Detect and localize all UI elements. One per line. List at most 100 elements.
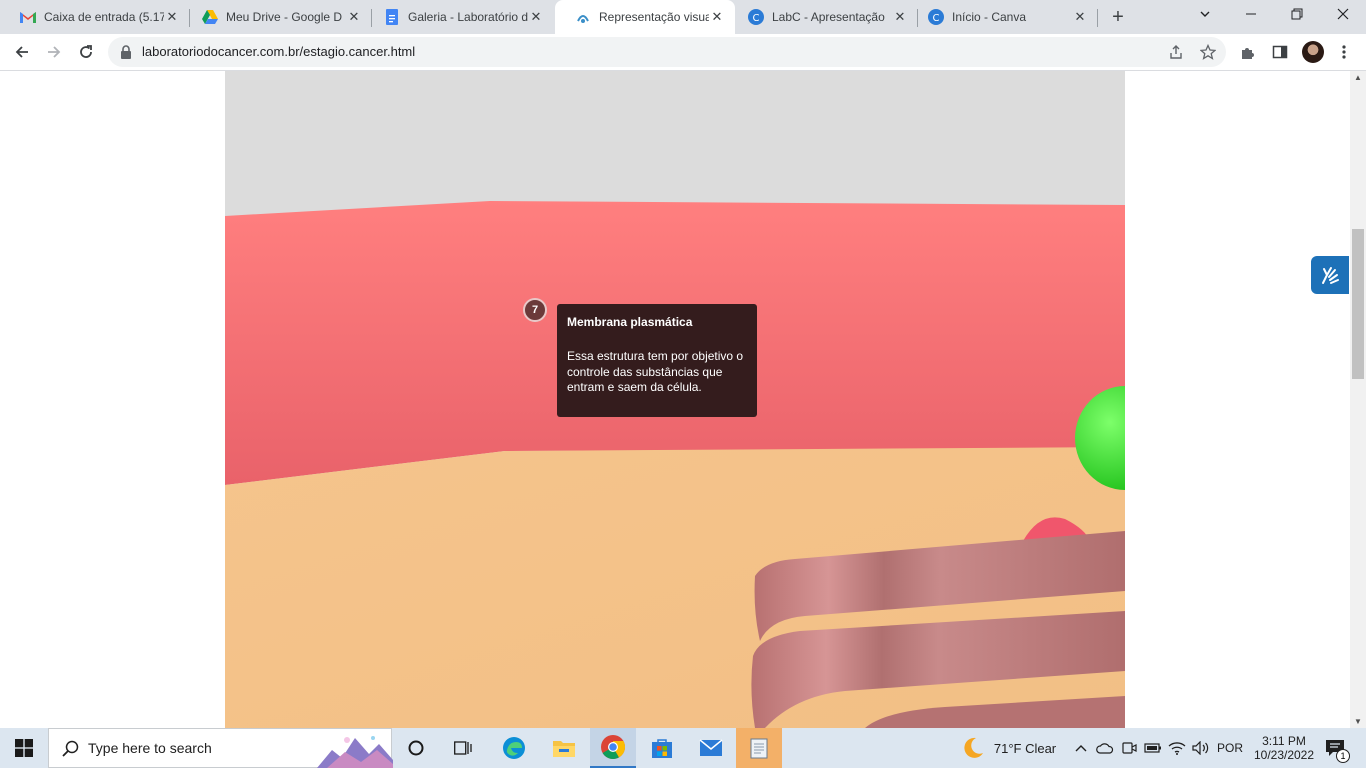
clock-date: 10/23/2022: [1253, 748, 1315, 762]
mail-taskbar-button[interactable]: [690, 728, 732, 768]
cortana-icon: [408, 740, 424, 756]
tab-title: Início - Canva: [952, 10, 1027, 24]
weather-widget[interactable]: 71°F Clear: [948, 728, 1068, 768]
meet-now-icon[interactable]: [1118, 728, 1140, 768]
google-drive-icon: [202, 9, 218, 25]
store-icon: [652, 739, 672, 758]
url-text: laboratoriodocancer.com.br/estagio.cance…: [142, 44, 416, 59]
canva-icon: C: [928, 9, 944, 25]
chevron-down-icon: [1200, 11, 1210, 17]
tab-title: Meu Drive - Google D: [226, 10, 343, 24]
close-icon[interactable]: ✕: [346, 9, 362, 25]
notepad-taskbar-button[interactable]: [736, 728, 782, 768]
cortana-button[interactable]: [398, 728, 434, 768]
tab-google-drive[interactable]: Meu Drive - Google D ✕: [182, 0, 372, 34]
reload-icon: [80, 45, 92, 58]
hotspot-marker[interactable]: 7: [523, 298, 547, 322]
scroll-up-icon[interactable]: ▲: [1350, 73, 1366, 82]
minimize-button[interactable]: [1228, 0, 1274, 30]
notepad-icon: [750, 738, 768, 759]
close-icon: [1337, 8, 1349, 20]
mail-icon: [699, 739, 723, 756]
tab-title: LabC - Apresentação: [772, 10, 885, 24]
task-view-button[interactable]: [444, 728, 482, 768]
chrome-taskbar-button[interactable]: [590, 728, 636, 768]
folder-icon: [553, 741, 575, 757]
gmail-icon: [20, 9, 36, 25]
tab-separator: [1097, 9, 1098, 27]
close-icon[interactable]: ✕: [528, 9, 544, 25]
windows-icon: [15, 739, 33, 757]
menu-icon[interactable]: [1334, 42, 1354, 62]
tooltip-title: Membrana plasmática: [567, 315, 693, 329]
scrollbar-thumb[interactable]: [1352, 229, 1364, 379]
battery-icon[interactable]: [1142, 728, 1164, 768]
svg-text:C: C: [933, 13, 940, 24]
extensions-icon[interactable]: [1238, 42, 1258, 62]
browser-tabstrip: Caixa de entrada (5.17 ✕ Meu Drive - Goo…: [0, 0, 1366, 34]
chevron-up-icon: [1075, 745, 1087, 752]
clock[interactable]: 3:11 PM 10/23/2022: [1248, 728, 1320, 768]
tab-representacao-visual[interactable]: Representação visual d ✕: [555, 0, 735, 34]
notification-count-badge: 1: [1336, 749, 1350, 763]
close-window-button[interactable]: [1320, 0, 1366, 30]
lock-icon: [121, 45, 131, 59]
browser-toolbar: laboratoriodocancer.com.br/estagio.cance…: [0, 34, 1366, 71]
restore-button[interactable]: [1274, 0, 1320, 30]
close-icon[interactable]: ✕: [164, 9, 180, 25]
scroll-down-icon[interactable]: ▼: [1350, 717, 1366, 726]
share-icon[interactable]: [1168, 44, 1184, 60]
wifi-icon[interactable]: [1166, 728, 1188, 768]
tab-search-button[interactable]: [1182, 0, 1228, 30]
new-tab-button[interactable]: +: [1106, 5, 1130, 29]
address-bar[interactable]: laboratoriodocancer.com.br/estagio.cance…: [108, 37, 1226, 67]
page-scrollbar[interactable]: ▲ ▼: [1350, 71, 1366, 728]
taskbar-search-input[interactable]: Type here to search: [48, 728, 393, 768]
clock-time: 3:11 PM: [1262, 734, 1306, 748]
canva-icon: C: [748, 9, 764, 25]
back-button[interactable]: [8, 38, 36, 66]
start-button[interactable]: [0, 728, 48, 768]
side-panel-icon[interactable]: [1270, 42, 1290, 62]
close-icon[interactable]: ✕: [1072, 9, 1088, 25]
language-indicator[interactable]: POR: [1214, 728, 1246, 768]
forward-button[interactable]: [40, 38, 68, 66]
3d-cell-viewer[interactable]: 7 Membrana plasmática Essa estrutura tem…: [225, 71, 1125, 728]
tab-title: Galeria - Laboratório d: [408, 10, 528, 24]
page-content: 7 Membrana plasmática Essa estrutura tem…: [0, 71, 1350, 728]
google-docs-icon: [384, 9, 400, 25]
weather-moon-icon: [964, 737, 983, 758]
windows-taskbar: Type here to search 71°F Clear POR 3:11 …: [0, 728, 1366, 768]
profile-avatar[interactable]: [1302, 41, 1324, 63]
sign-language-icon: [1322, 267, 1339, 284]
tab-gmail[interactable]: Caixa de entrada (5.17 ✕: [0, 0, 190, 34]
tooltip-body: Essa estrutura tem por objetivo o contro…: [567, 349, 744, 394]
site-favicon: [575, 9, 591, 25]
close-icon[interactable]: ✕: [892, 9, 908, 25]
volume-icon[interactable]: [1190, 728, 1212, 768]
close-icon[interactable]: ✕: [709, 9, 725, 25]
arrow-left-icon: [15, 46, 28, 58]
language-text: POR: [1216, 741, 1243, 755]
minimize-icon: [1246, 13, 1256, 15]
tab-inicio-canva[interactable]: C Início - Canva ✕: [908, 0, 1098, 34]
task-view-icon: [454, 741, 472, 755]
svg-text:C: C: [753, 13, 760, 24]
restore-icon: [1291, 8, 1303, 20]
search-highlight-image: [317, 736, 393, 768]
tab-labc-apresentacao[interactable]: C LabC - Apresentação ✕: [728, 0, 918, 34]
vlibras-accessibility-button[interactable]: [1311, 256, 1349, 294]
star-icon[interactable]: [1200, 44, 1216, 60]
notification-center-button[interactable]: 1: [1320, 728, 1350, 768]
reload-button[interactable]: [72, 38, 100, 66]
show-hidden-icons-button[interactable]: [1072, 728, 1090, 768]
chrome-icon: [601, 735, 626, 760]
tab-google-docs[interactable]: Galeria - Laboratório d ✕: [364, 0, 554, 34]
edge-taskbar-button[interactable]: [494, 728, 534, 768]
hotspot-tooltip: Membrana plasmática Essa estrutura tem p…: [557, 304, 757, 417]
store-taskbar-button[interactable]: [642, 728, 682, 768]
search-placeholder: Type here to search: [88, 740, 212, 756]
onedrive-icon[interactable]: [1094, 728, 1116, 768]
file-explorer-button[interactable]: [544, 728, 584, 768]
tab-title: Representação visual d: [599, 10, 709, 24]
